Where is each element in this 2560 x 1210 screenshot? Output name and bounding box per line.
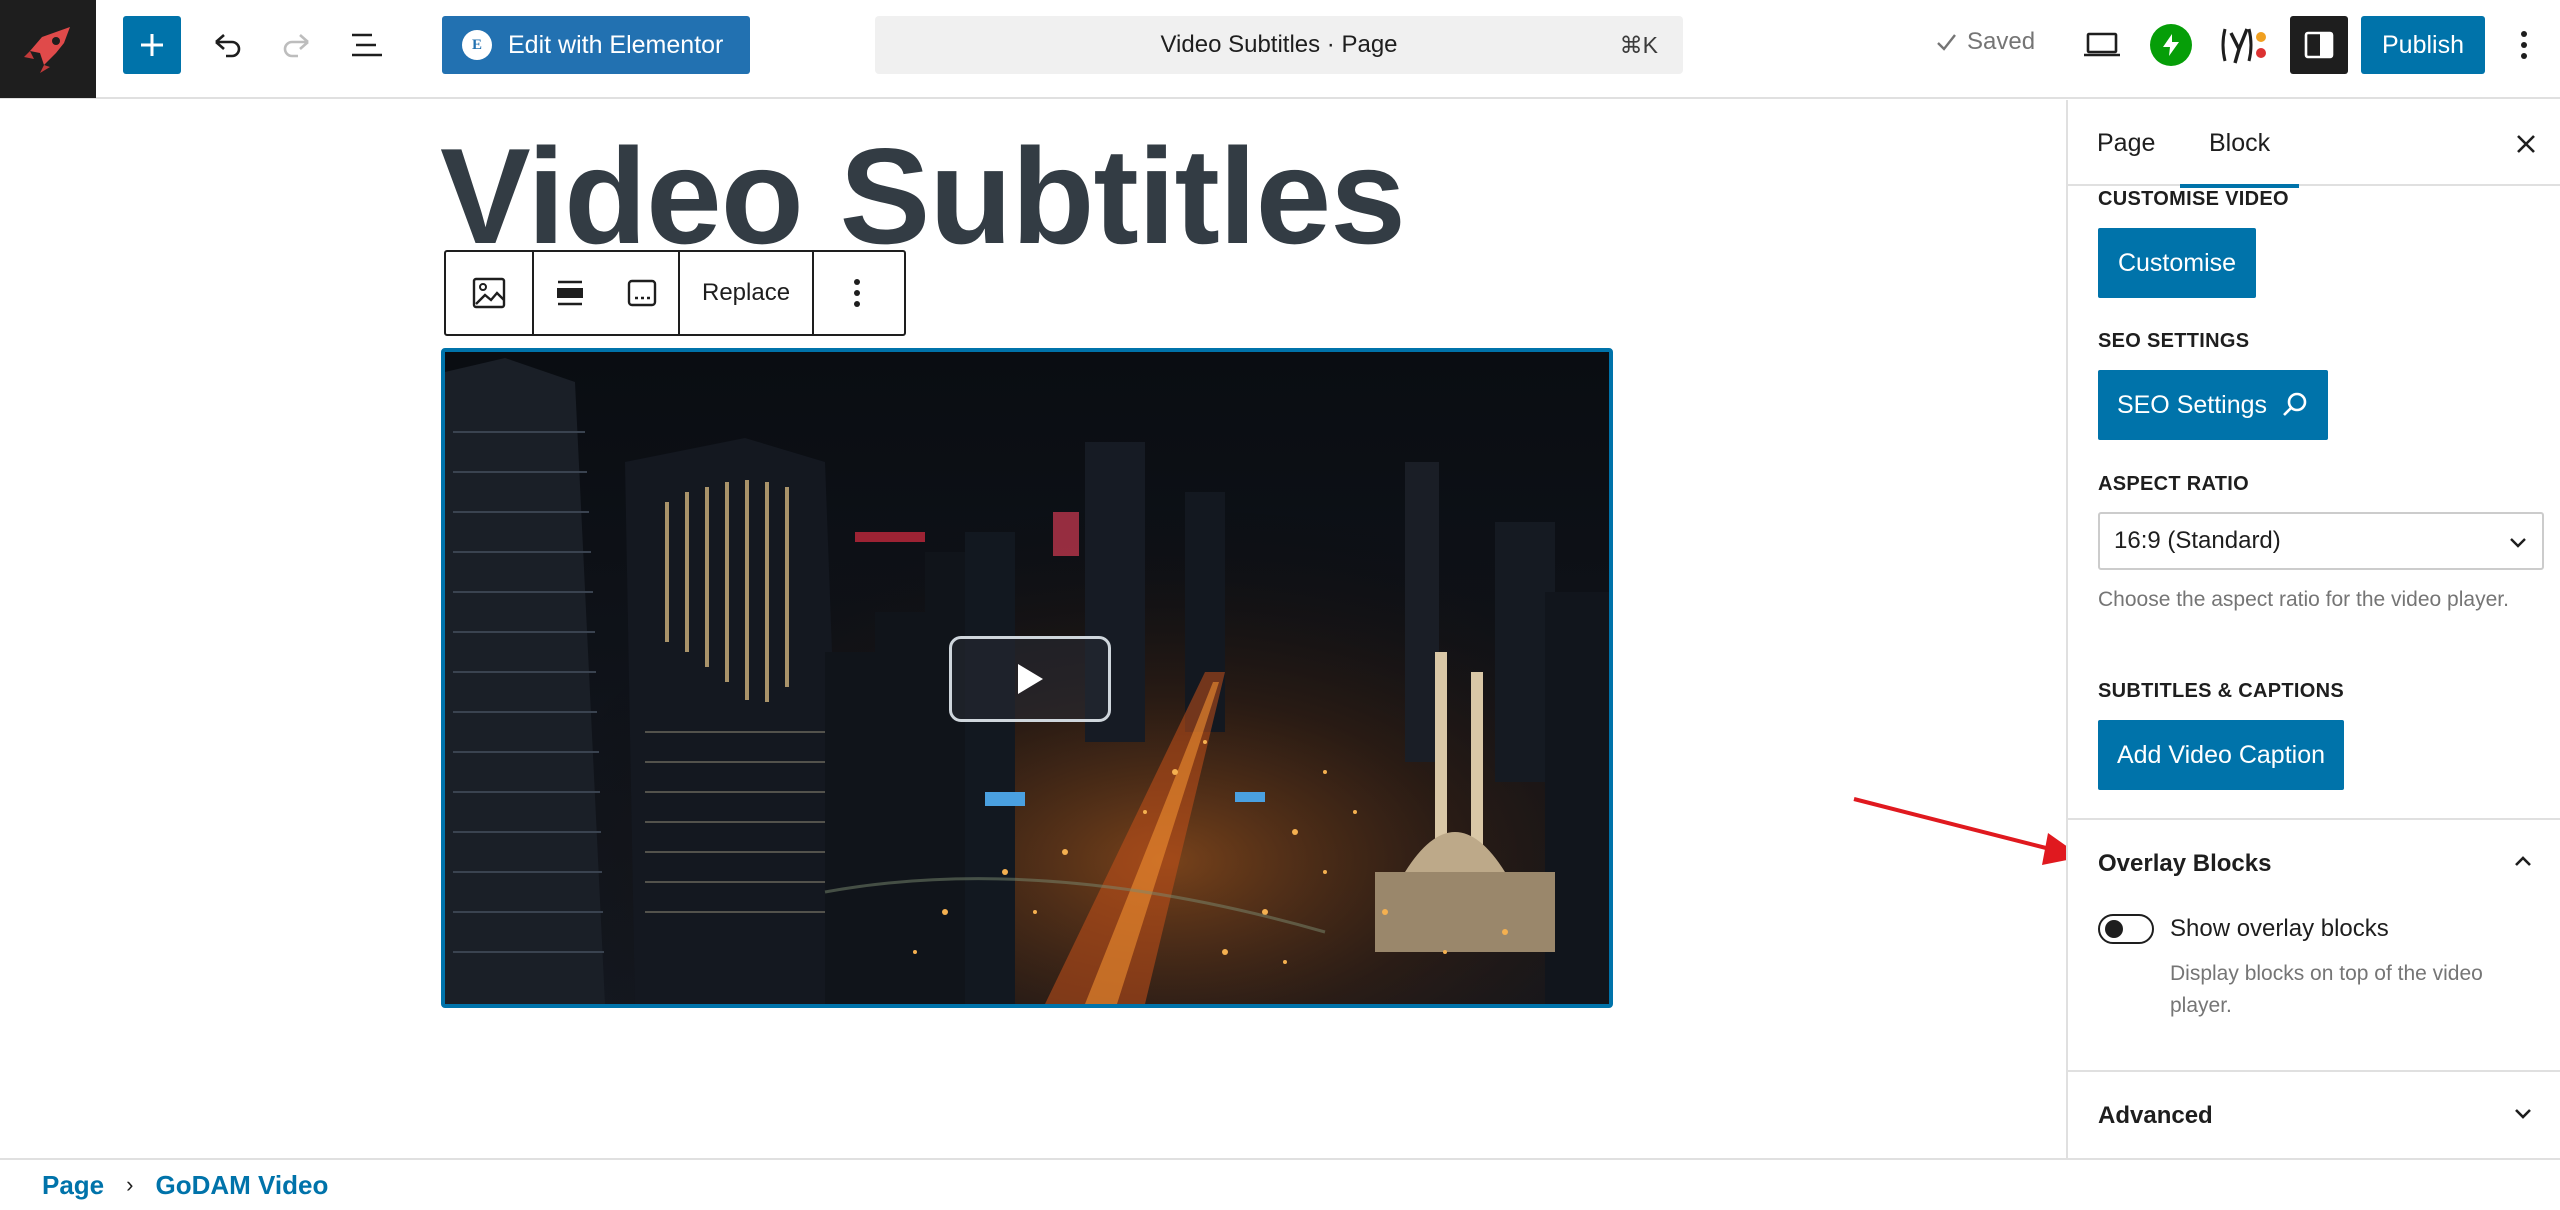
settings-sidebar-toggle[interactable] bbox=[2290, 16, 2348, 74]
block-type-button[interactable] bbox=[446, 276, 532, 310]
customise-video-label: CUSTOMISE VIDEO bbox=[2098, 188, 2289, 210]
align-wide-icon bbox=[557, 280, 583, 306]
close-icon bbox=[2517, 135, 2535, 153]
laptop-icon bbox=[2084, 32, 2120, 57]
rocket-logo-icon bbox=[24, 27, 70, 73]
saved-status: Saved bbox=[1935, 28, 2035, 56]
caption-icon bbox=[627, 279, 657, 307]
chevron-up-icon bbox=[2515, 856, 2531, 866]
edit-with-elementor-label: Edit with Elementor bbox=[508, 30, 724, 59]
annotation-arrow-icon bbox=[1853, 797, 2082, 865]
site-logo[interactable] bbox=[0, 0, 96, 98]
aspect-ratio-help: Choose the aspect ratio for the video pl… bbox=[2098, 588, 2509, 611]
seo-settings-label: SEO SETTINGS bbox=[2098, 330, 2250, 352]
aspect-ratio-label: ASPECT RATIO bbox=[2098, 473, 2250, 495]
device-preview-button[interactable] bbox=[2078, 16, 2126, 74]
jetpack-button[interactable] bbox=[2150, 24, 2192, 66]
redo-icon bbox=[283, 34, 309, 58]
alignment-group bbox=[534, 252, 680, 334]
toggle-knob bbox=[2105, 920, 2123, 938]
chevron-right-icon: › bbox=[126, 1172, 134, 1197]
customise-button[interactable]: Customise bbox=[2098, 228, 2256, 298]
align-button[interactable] bbox=[534, 278, 606, 308]
command-palette-bar[interactable]: Video Subtitles · Page ⌘K bbox=[875, 16, 1683, 74]
elementor-icon: E bbox=[462, 30, 492, 60]
seo-settings-button[interactable]: SEO Settings bbox=[2098, 370, 2328, 440]
subtitles-captions-label: SUBTITLES & CAPTIONS bbox=[2098, 680, 2345, 702]
check-icon bbox=[1937, 34, 1956, 51]
advanced-panel-toggle[interactable]: Advanced bbox=[2098, 1102, 2213, 1130]
command-shortcut: ⌘K bbox=[1619, 32, 1658, 58]
overlay-blocks-collapse-button[interactable] bbox=[2508, 846, 2538, 876]
search-icon bbox=[2283, 392, 2307, 416]
document-title: Video Subtitles · Page bbox=[1160, 31, 1398, 58]
sidebar-tabs: Page Block bbox=[2068, 100, 2560, 188]
replace-group: Replace bbox=[680, 252, 815, 334]
publish-button[interactable]: Publish bbox=[2361, 16, 2485, 74]
caption-button[interactable] bbox=[606, 278, 678, 308]
tab-block[interactable]: Block bbox=[2180, 100, 2300, 188]
overlay-blocks-panel-toggle[interactable]: Overlay Blocks bbox=[2098, 850, 2271, 878]
page-title[interactable]: Video Subtitles bbox=[440, 128, 1406, 264]
aspect-ratio-value: 16:9 (Standard) bbox=[2114, 527, 2281, 554]
play-button[interactable] bbox=[949, 636, 1111, 722]
block-type-group bbox=[446, 252, 534, 334]
sidebar-icon bbox=[2304, 31, 2334, 59]
breadcrumb-page[interactable]: Page bbox=[42, 1170, 104, 1201]
overlay-blocks-help: Display blocks on top of the video playe… bbox=[2170, 962, 2483, 1017]
aspect-ratio-select[interactable]: 16:9 (Standard) bbox=[2098, 512, 2544, 570]
panel-divider bbox=[2068, 818, 2560, 820]
edit-with-elementor-button[interactable]: E Edit with Elementor bbox=[442, 16, 750, 74]
seo-settings-button-label: SEO Settings bbox=[2116, 390, 2268, 419]
more-vertical-icon bbox=[854, 279, 861, 307]
show-overlay-blocks-label[interactable]: Show overlay blocks bbox=[2170, 915, 2389, 943]
more-vertical-icon bbox=[2521, 31, 2527, 59]
show-overlay-blocks-toggle[interactable] bbox=[2098, 914, 2154, 944]
block-breadcrumb: Page › GoDAM Video bbox=[0, 1158, 2560, 1210]
yoast-seo-button[interactable] bbox=[2218, 20, 2270, 70]
tab-page[interactable]: Page bbox=[2068, 100, 2184, 186]
replace-button[interactable]: Replace bbox=[680, 279, 812, 307]
block-toolbar: Replace bbox=[444, 250, 906, 336]
top-toolbar: E Edit with Elementor Video Subtitles · … bbox=[0, 0, 2560, 99]
list-view-icon bbox=[352, 33, 382, 57]
image-icon bbox=[472, 277, 506, 309]
advanced-expand-button[interactable] bbox=[2508, 1098, 2538, 1128]
close-sidebar-button[interactable] bbox=[2504, 122, 2548, 166]
add-video-caption-button[interactable]: Add Video Caption bbox=[2098, 720, 2344, 790]
chevron-down-icon bbox=[2515, 1109, 2531, 1119]
redo-button[interactable] bbox=[268, 16, 326, 74]
block-options-button[interactable] bbox=[814, 252, 900, 334]
jetpack-bolt-icon bbox=[2163, 34, 2179, 56]
yoast-icon bbox=[2221, 28, 2266, 64]
add-block-button[interactable] bbox=[123, 16, 181, 74]
document-overview-button[interactable] bbox=[338, 16, 396, 74]
chevron-down-icon bbox=[2510, 538, 2526, 548]
saved-label: Saved bbox=[1967, 28, 2036, 55]
breadcrumb-godam-video[interactable]: GoDAM Video bbox=[155, 1170, 328, 1201]
panel-divider bbox=[2068, 1070, 2560, 1072]
play-icon bbox=[1018, 664, 1043, 694]
options-menu-button[interactable] bbox=[2502, 16, 2546, 74]
editor-canvas: Video Subtitles Replace bbox=[0, 100, 2082, 1158]
undo-button[interactable] bbox=[198, 16, 256, 74]
undo-icon bbox=[215, 34, 241, 58]
settings-sidebar: Page Block CUSTOMISE VIDEO Customise SEO… bbox=[2066, 100, 2560, 1158]
video-block[interactable] bbox=[441, 348, 1613, 1008]
plus-icon bbox=[141, 34, 163, 56]
